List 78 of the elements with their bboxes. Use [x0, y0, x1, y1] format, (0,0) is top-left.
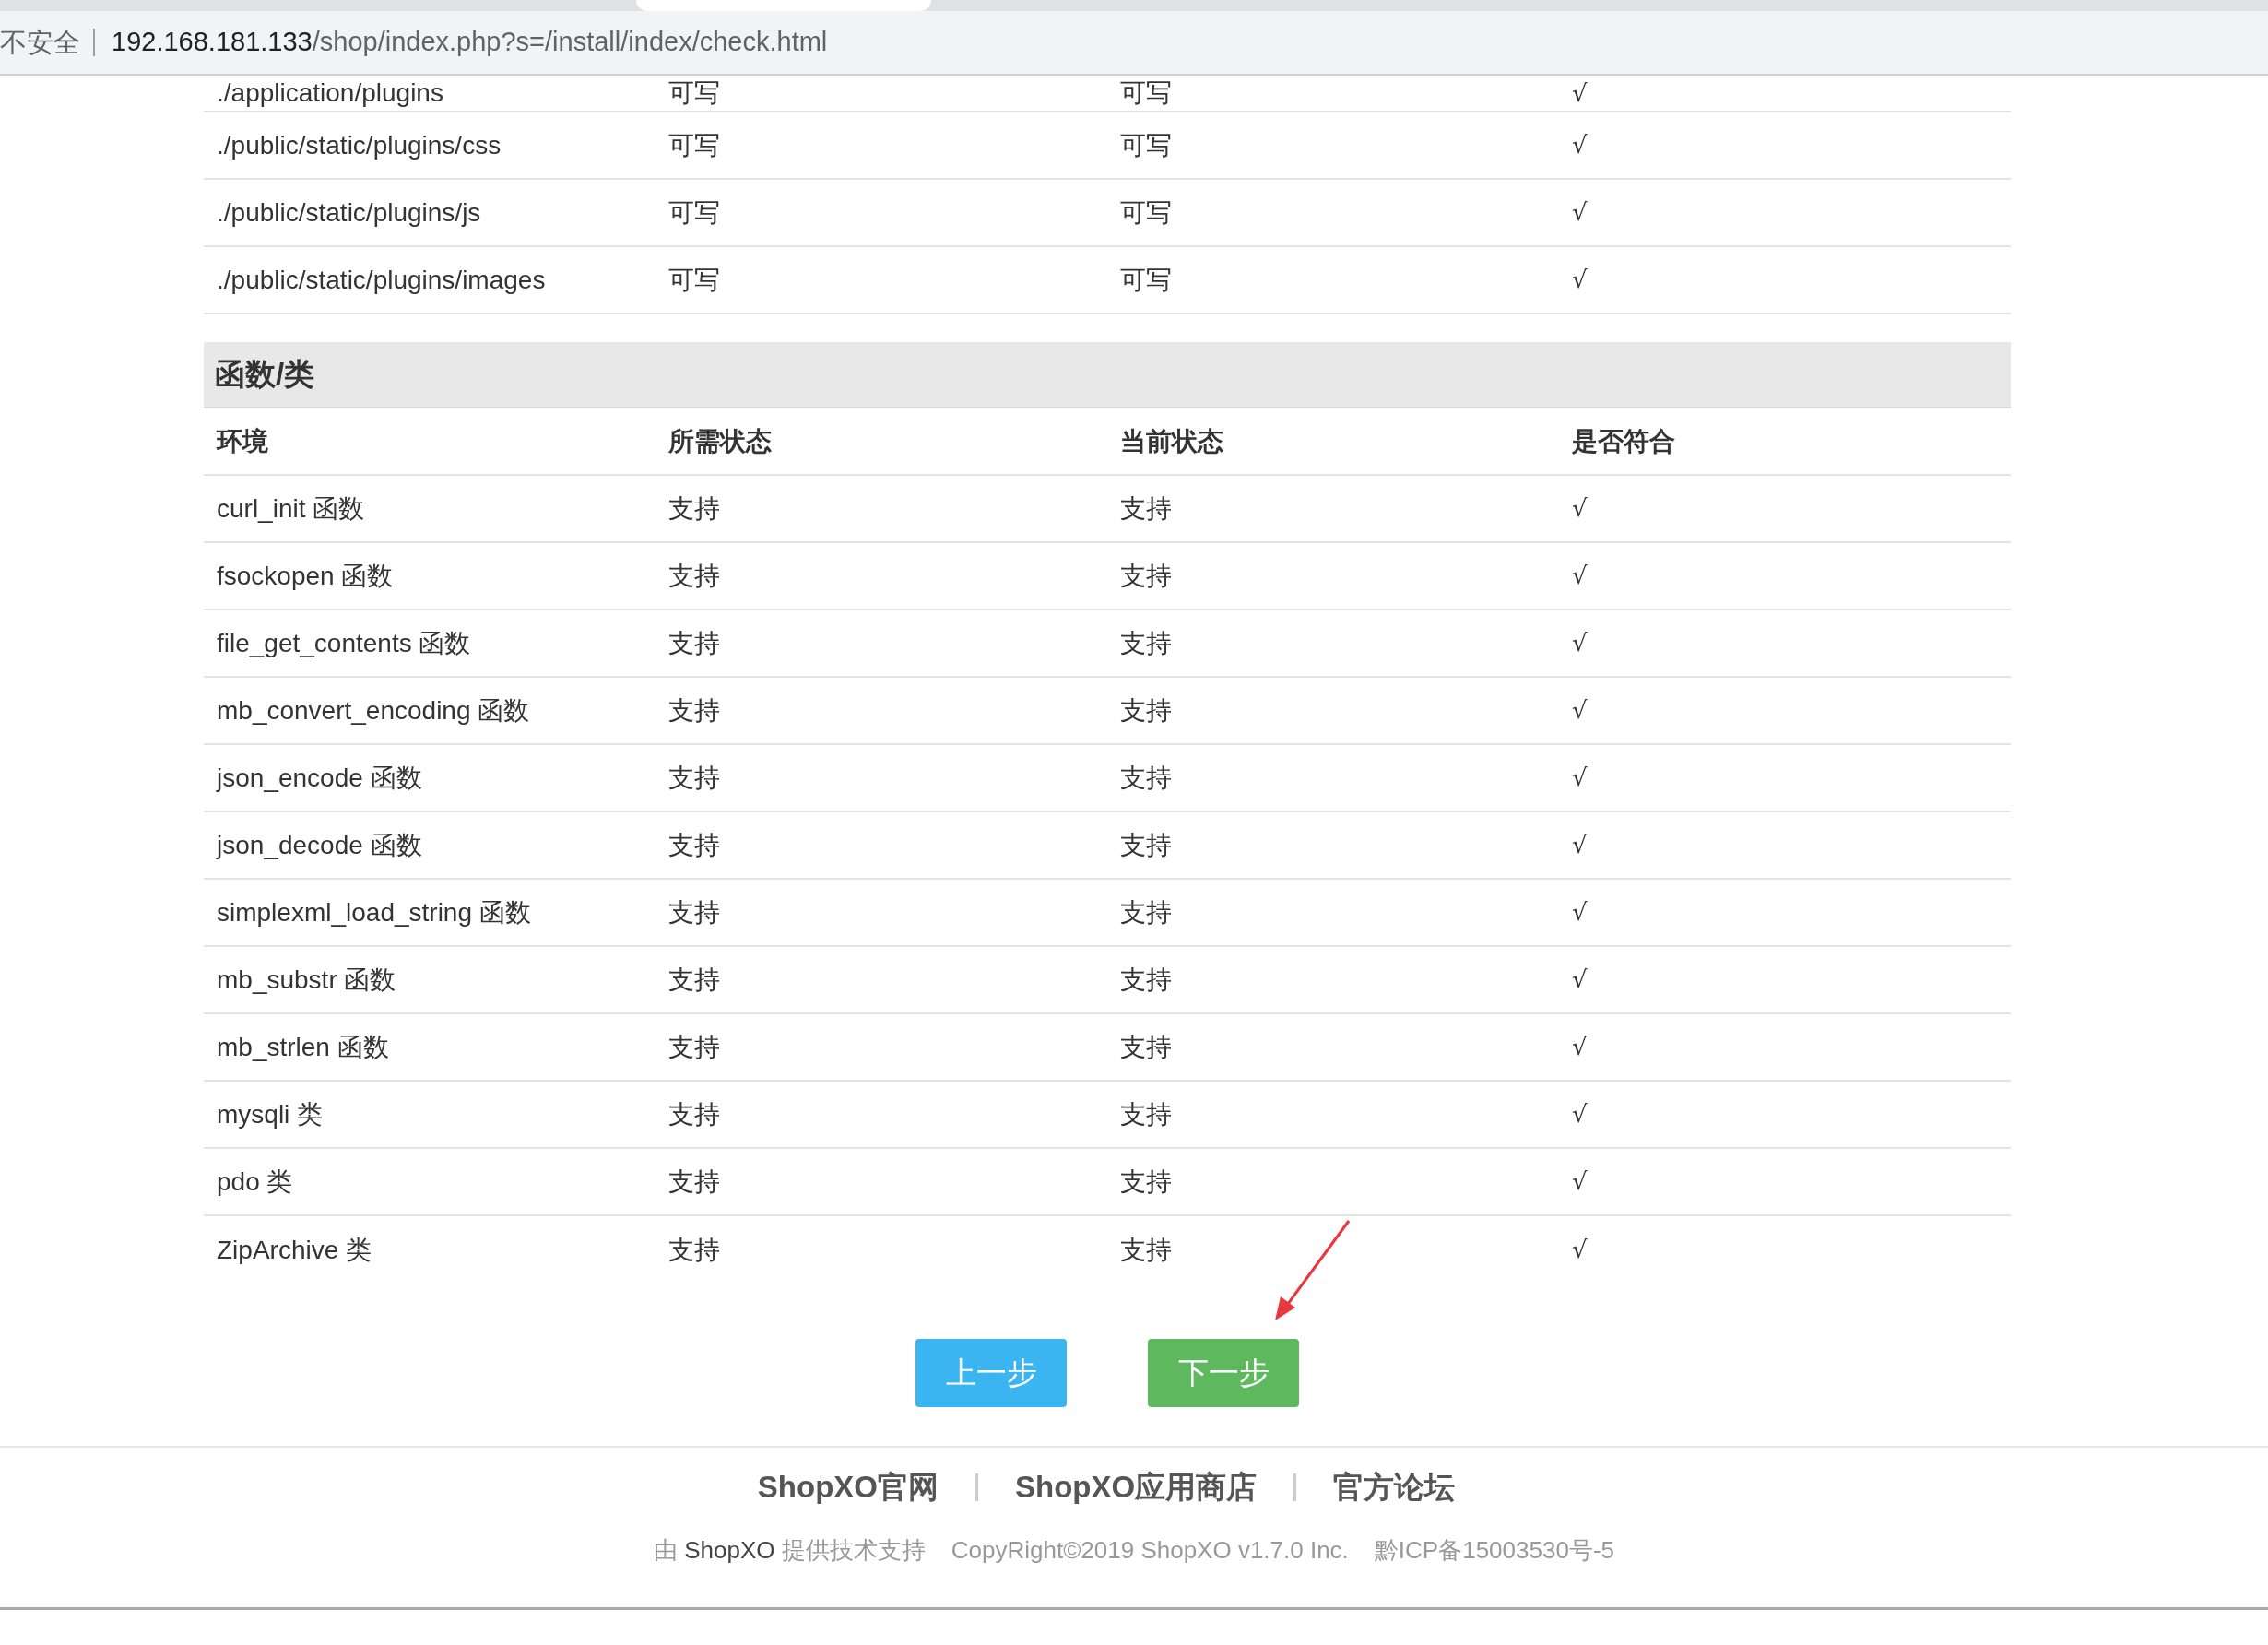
table-cell-text: 可写: [1119, 264, 1173, 296]
table-cell-text: 可写: [667, 129, 721, 161]
check-mark: √: [1572, 1166, 1588, 1197]
table-cell-text: 可写: [667, 196, 721, 229]
table-cell-text: ./application/plugins: [216, 77, 444, 109]
table-cell-text: json_encode 函数: [215, 762, 423, 794]
table-cell-text: ./public/static/plugins/css: [216, 129, 502, 161]
check-mark: √: [1572, 1032, 1588, 1062]
section-header: 函数/类: [204, 342, 2011, 408]
table-cell-text: 支持: [667, 1166, 721, 1198]
table-cell-text: 支持: [1119, 694, 1173, 727]
table-cell-text: 支持: [667, 560, 721, 592]
check-mark: √: [1572, 197, 1588, 228]
table-cell-text: 支持: [1119, 560, 1173, 592]
table-cell-text: ./public/static/plugins/js: [216, 196, 482, 229]
check-mark: √: [1572, 1099, 1588, 1130]
table-cell-text: 支持: [1119, 492, 1173, 525]
table-cell-text: 支持: [667, 492, 721, 525]
table-cell-text: mb_strlen 函数: [216, 1031, 390, 1063]
table-cell-text: pdo 类: [216, 1166, 294, 1198]
table-cell-text: mysqli 类: [216, 1098, 325, 1130]
check-mark: √: [1572, 77, 1588, 109]
table-cell-text: 支持: [667, 829, 721, 861]
check-mark: √: [1572, 493, 1588, 524]
url-path: /shop/index.php?s=/install/index/check.html: [312, 26, 828, 59]
table-cell-text: 支持: [667, 1234, 721, 1266]
table-cell-text: 支持: [1119, 964, 1173, 996]
check-mark: √: [1572, 763, 1588, 793]
table-cell-text: 支持: [1119, 1166, 1173, 1198]
table-cell-text: 支持: [667, 964, 721, 996]
table-cell-text: 可写: [667, 77, 721, 109]
credit-text: 由 ShopXO 提供技术支持: [654, 1535, 926, 1566]
check-mark: √: [1572, 265, 1588, 295]
table-cell-text: 可写: [667, 264, 721, 296]
table-cell-text: fsockopen 函数: [216, 560, 395, 592]
icp-text: 黔ICP备15003530号-5: [1374, 1535, 1614, 1566]
table-cell-text: 支持: [667, 1098, 721, 1130]
table-cell-text: file_get_contents 函数: [216, 627, 472, 659]
table-cell-text: curl_init 函数: [216, 492, 366, 525]
table-cell-text: 可写: [1119, 77, 1173, 109]
table-cell-text: simplexml_load_string 函数: [216, 896, 532, 929]
table-cell-text: 支持: [1119, 829, 1173, 861]
table-cell-text: 可写: [1119, 129, 1173, 161]
table-cell-text: 支持: [667, 896, 721, 929]
table-cell-text: ZipArchive 类: [216, 1234, 373, 1266]
copyright-text: CopyRight©2019 ShopXO v1.7.0 Inc.: [951, 1535, 1349, 1566]
table-cell-text: 支持: [667, 1031, 721, 1063]
column-header: 所需状态: [667, 425, 773, 457]
table-cell-text: 支持: [1119, 1031, 1173, 1063]
table-cell-text: json_decode 函数: [215, 829, 423, 861]
table-cell-text: 支持: [1119, 762, 1173, 794]
check-mark: √: [1572, 897, 1588, 928]
check-mark: √: [1572, 830, 1588, 860]
table-cell-text: 可写: [1119, 196, 1173, 229]
check-mark: √: [1572, 561, 1588, 591]
table-cell-text: 支持: [1119, 1234, 1173, 1266]
column-header: 环境: [215, 425, 269, 457]
check-mark: √: [1572, 965, 1588, 995]
security-label: 不安全: [0, 29, 95, 56]
table-cell-text: 支持: [1119, 896, 1173, 929]
table-cell-text: ./public/static/plugins/images: [216, 264, 547, 296]
check-mark: √: [1572, 695, 1588, 726]
table-cell-text: mb_convert_encoding 函数: [216, 694, 531, 727]
address-bar[interactable]: 不安全 192.168.181.133/shop/index.php?s=/install/index/check.html: [0, 11, 2268, 76]
table-cell-text: 支持: [1119, 627, 1173, 659]
table-cell-text: 支持: [667, 627, 721, 659]
check-mark: √: [1572, 1235, 1588, 1265]
browser-tab[interactable]: [636, 0, 931, 11]
table-cell-text: 支持: [667, 694, 721, 727]
check-mark: √: [1572, 628, 1588, 658]
table-cell-text: 支持: [667, 762, 721, 794]
table-cell-text: mb_substr 函数: [216, 964, 397, 996]
column-header: 是否符合: [1571, 425, 1676, 457]
table-cell-text: 支持: [1119, 1098, 1173, 1130]
credit-link[interactable]: ShopXO: [684, 1536, 775, 1564]
url-host: 192.168.181.133: [111, 26, 313, 59]
column-header: 当前状态: [1119, 425, 1224, 457]
check-mark: √: [1572, 130, 1588, 160]
